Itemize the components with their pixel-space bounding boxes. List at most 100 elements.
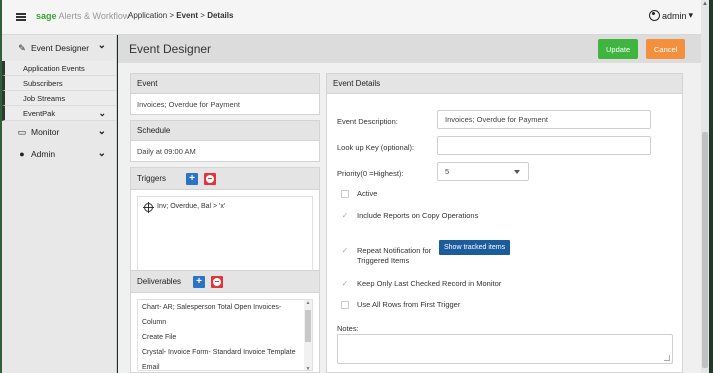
repeat-notification-checkbox-row[interactable]: ✓ Repeat Notification for Triggered Item… — [341, 246, 432, 266]
remove-deliverable-button[interactable] — [211, 275, 224, 288]
event-description-label: Event Description: — [337, 117, 398, 126]
event-panel: Event Invoices; Overdue for Payment — [130, 73, 320, 115]
active-label: Active — [357, 189, 378, 198]
deliverables-panel-title: Deliverables — [137, 277, 182, 286]
monitor-icon: ▭ — [17, 126, 27, 137]
sidebar-item-label: Monitor — [31, 127, 60, 137]
event-description-field[interactable]: Invoices; Overdue for Payment — [437, 110, 651, 129]
list-item[interactable]: Crystal- Invoice Form- Standard Invoice … — [138, 345, 312, 360]
deliverables-scrollbar[interactable]: ▲ ▼ — [304, 300, 312, 370]
repeat-notification-label: Repeat Notification for Triggered Items — [357, 246, 431, 266]
sidebar-item-label: Job Streams — [23, 93, 66, 103]
cancel-button[interactable]: Cancel — [646, 39, 686, 59]
lookup-key-label: Look up Key (optional): — [337, 143, 415, 152]
keep-last-label: Keep Only Last Checked Record in Monitor — [357, 279, 502, 288]
scroll-up-arrow-icon[interactable]: ▲ — [304, 300, 312, 306]
brand-product-name: Alerts & Workflow — [56, 11, 130, 21]
user-icon: ● — [19, 149, 25, 159]
remove-trigger-button[interactable] — [204, 172, 217, 185]
event-name: Invoices; Overdue for Payment — [137, 100, 240, 109]
minus-circle-icon — [206, 174, 215, 183]
schedule-value[interactable]: Daily at 09:00 AM — [131, 141, 319, 162]
repeat-notification-label-line1: Repeat Notification for — [357, 246, 432, 255]
breadcrumb-prefix: Application > — [128, 11, 177, 20]
deliverables-scroll-thumb[interactable] — [305, 310, 311, 342]
keep-last-checkbox-row[interactable]: ✓ Keep Only Last Checked Record in Monit… — [341, 279, 502, 288]
notes-label: Notes: — [337, 324, 359, 333]
include-reports-checkbox-row[interactable]: ✓ Include Reports on Copy Operations — [341, 211, 479, 220]
notes-textarea[interactable] — [337, 334, 673, 364]
event-details-title: Event Details — [327, 74, 682, 94]
chevron-down-icon: ⌄ — [97, 148, 106, 159]
page-scroll-thumb[interactable] — [702, 132, 708, 368]
edit-icon: ✎ — [18, 42, 26, 53]
sidebar-item-label: Admin — [31, 149, 56, 159]
update-button[interactable]: Update — [598, 39, 639, 59]
deliverables-panel-header: Deliverables + — [131, 271, 319, 293]
crosshair-icon — [143, 202, 154, 213]
priority-select[interactable]: 5 — [437, 162, 529, 181]
page-header: Event Designer Update Cancel — [118, 35, 701, 63]
active-checkbox[interactable] — [341, 189, 349, 198]
chevron-down-icon: ⌄ — [98, 108, 106, 118]
show-tracked-items-button[interactable]: Show tracked items — [439, 240, 511, 255]
sidebar-item-subscribers[interactable]: Subscribers — [2, 76, 116, 91]
repeat-notification-label-line2: Triggered Items — [357, 256, 410, 265]
list-item[interactable]: Create File — [138, 330, 312, 345]
use-all-rows-label: Use All Rows from First Trigger — [357, 300, 461, 309]
triggers-panel-title: Triggers — [137, 174, 167, 183]
brand-logo: sage Alerts & Workflow — [36, 11, 129, 21]
top-bar: sage Alerts & Workflow Application > Eve… — [2, 0, 701, 35]
trigger-list: Inv; Overdue, Bal > 'x' — [137, 196, 313, 278]
active-checkbox-row[interactable]: Active — [341, 189, 377, 198]
scroll-up-arrow-icon[interactable]: ▲ — [702, 1, 708, 7]
user-icon — [648, 10, 660, 21]
sidebar-item-event-designer[interactable]: ✎ Event Designer ⌄ — [2, 35, 116, 61]
breadcrumb-separator: > — [198, 11, 208, 20]
priority-label: Priority(0 =Highest): — [337, 169, 404, 178]
use-all-rows-checkbox[interactable] — [341, 300, 349, 309]
breadcrumb-event[interactable]: Event — [176, 11, 198, 20]
sidebar-item-admin[interactable]: ● Admin ⌄ — [2, 143, 116, 165]
schedule-panel-title: Schedule — [131, 121, 319, 141]
chevron-down-icon: ⌄ — [97, 126, 106, 137]
trigger-item[interactable]: Inv; Overdue, Bal > 'x' — [157, 203, 225, 210]
hamburger-menu-icon[interactable] — [16, 13, 26, 21]
user-menu[interactable]: admin ▾ — [648, 10, 693, 21]
lookup-key-field[interactable] — [437, 136, 651, 155]
page-scrollbar[interactable]: ▲ — [701, 0, 709, 373]
deliverables-list: Chart- AR; Salesperson Total Open Invoic… — [137, 299, 313, 371]
sidebar-item-job-streams[interactable]: Job Streams — [2, 91, 116, 106]
repeat-notification-checkbox[interactable]: ✓ — [341, 247, 349, 255]
main-content: Event Designer Update Cancel Event Invoi… — [118, 35, 701, 373]
add-deliverable-button[interactable]: + — [193, 275, 206, 288]
minus-circle-icon — [213, 277, 222, 286]
add-trigger-button[interactable]: + — [186, 172, 199, 185]
triggers-panel-header: Triggers + — [131, 168, 319, 190]
use-all-rows-checkbox-row[interactable]: Use All Rows from First Trigger — [341, 300, 460, 309]
event-details-panel: Event Details Event Description: Invoice… — [326, 73, 683, 373]
sidebar-item-label: Subscribers — [23, 78, 63, 88]
user-name: admin — [661, 10, 687, 21]
brand-logo-mark: sage — [36, 11, 57, 21]
list-item[interactable]: Chart- AR; Salesperson Total Open Invoic… — [138, 300, 312, 315]
deliverables-panel: Deliverables + Chart- AR; Salesperson To… — [130, 270, 320, 373]
chevron-down-icon: ⌄ — [97, 40, 106, 51]
schedule-panel: Schedule Daily at 09:00 AM — [130, 120, 320, 162]
sidebar-item-monitor[interactable]: ▭ Monitor ⌄ — [2, 121, 116, 143]
resize-grip-icon[interactable] — [664, 355, 670, 361]
sidebar-item-label: Application Events — [23, 63, 85, 73]
breadcrumb: Application > Event > Details — [128, 11, 233, 20]
include-reports-label: Include Reports on Copy Operations — [357, 211, 479, 220]
caret-down-icon — [514, 170, 520, 174]
keep-last-checkbox[interactable]: ✓ — [341, 279, 349, 288]
event-panel-title: Event — [131, 74, 319, 94]
sidebar: ✎ Event Designer ⌄ Application Events Su… — [2, 35, 117, 373]
list-item[interactable]: Column — [138, 315, 312, 330]
sidebar-item-label: Event Designer — [31, 43, 90, 53]
breadcrumb-details: Details — [207, 11, 234, 20]
sidebar-item-application-events[interactable]: Application Events — [2, 61, 116, 76]
list-item[interactable]: Email — [138, 360, 312, 370]
include-reports-checkbox[interactable]: ✓ — [341, 211, 349, 220]
sidebar-item-eventpak[interactable]: EventPak ⌄ — [2, 106, 116, 121]
